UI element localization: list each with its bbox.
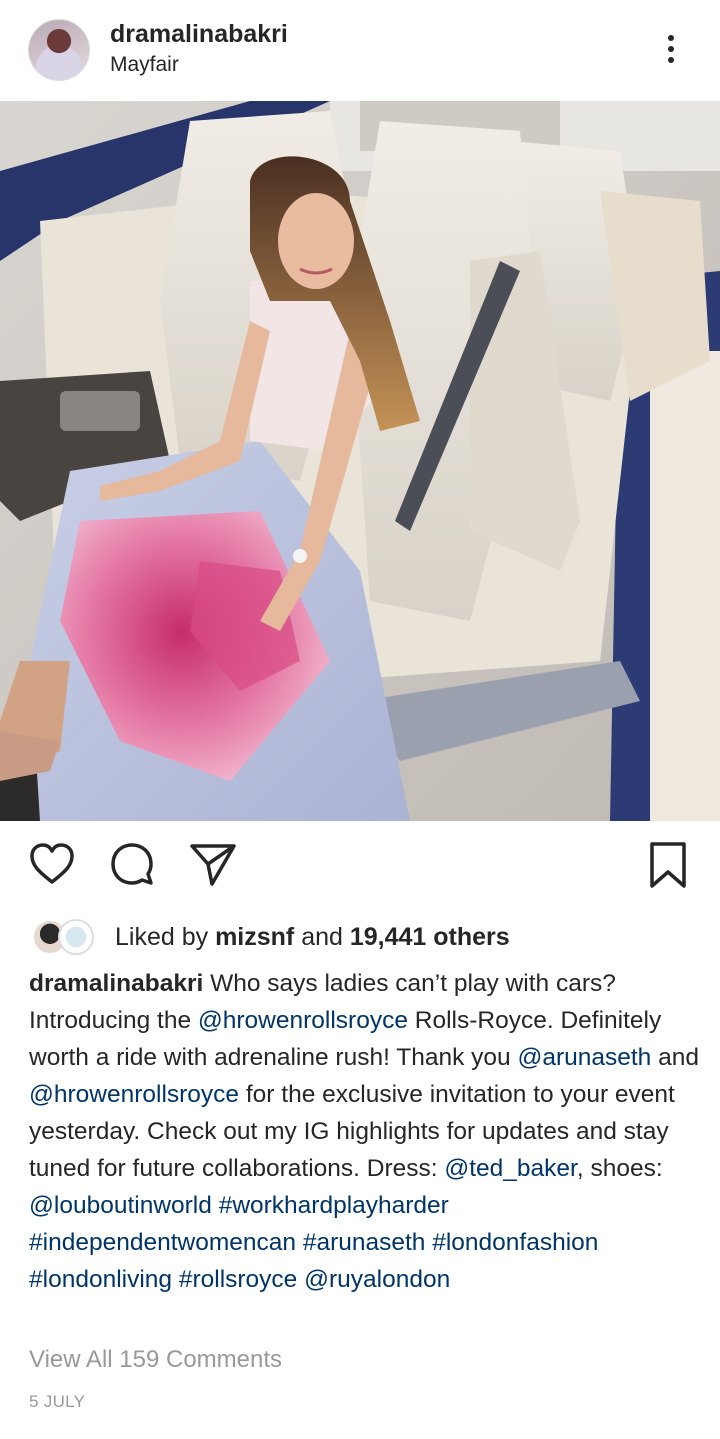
liked-user[interactable]: mizsnf <box>215 923 294 951</box>
more-vertical-icon[interactable] <box>656 30 686 70</box>
caption-text: and <box>651 1044 699 1071</box>
view-all-comments[interactable]: View All 159 Comments <box>29 1346 282 1374</box>
liker-avatar[interactable] <box>58 919 94 955</box>
hashtag-link[interactable]: #rollsroyce <box>179 1266 297 1293</box>
hashtag-link[interactable]: #workhardplayharder <box>219 1192 449 1219</box>
hashtag-link[interactable]: #londonliving <box>29 1266 172 1293</box>
send-icon[interactable] <box>188 840 238 888</box>
mention-link[interactable]: @arunaseth <box>517 1044 651 1071</box>
hashtag-link[interactable]: #independentwomencan <box>29 1229 296 1256</box>
likes-text[interactable]: Liked by mizsnf and 19,441 others <box>115 923 510 952</box>
hashtag-link[interactable]: #arunaseth <box>303 1229 426 1256</box>
post-caption: dramalinabakri Who says ladies can’t pla… <box>29 965 699 1298</box>
comment-icon[interactable] <box>108 840 156 888</box>
mention-link[interactable]: @ted_baker <box>444 1155 577 1182</box>
post-location[interactable]: Mayfair <box>110 53 179 77</box>
hashtag-link[interactable]: #londonfashion <box>432 1229 598 1256</box>
likes-row: Liked by mizsnf and 19,441 others <box>0 915 720 959</box>
post-photo[interactable] <box>0 101 720 821</box>
liked-and: and <box>294 923 350 951</box>
avatar[interactable] <box>28 19 90 81</box>
mention-link[interactable]: @louboutinworld <box>29 1192 212 1219</box>
bookmark-icon[interactable] <box>648 840 688 890</box>
caption-text: , shoes: <box>576 1155 663 1182</box>
caption-author[interactable]: dramalinabakri <box>29 970 203 997</box>
heart-icon[interactable] <box>28 840 76 888</box>
mention-link[interactable]: @hrowenrollsroyce <box>198 1007 408 1034</box>
post-image <box>0 101 720 821</box>
post-date: 5 JULY <box>29 1392 86 1411</box>
post-username[interactable]: dramalinabakri <box>110 20 288 49</box>
liked-count[interactable]: 19,441 others <box>350 923 510 951</box>
liked-prefix: Liked by <box>115 923 216 951</box>
mention-link[interactable]: @hrowenrollsroyce <box>29 1081 239 1108</box>
post-header: dramalinabakri Mayfair <box>0 0 720 100</box>
post-actions <box>0 840 720 900</box>
mention-link[interactable]: @ruyalondon <box>304 1266 450 1293</box>
